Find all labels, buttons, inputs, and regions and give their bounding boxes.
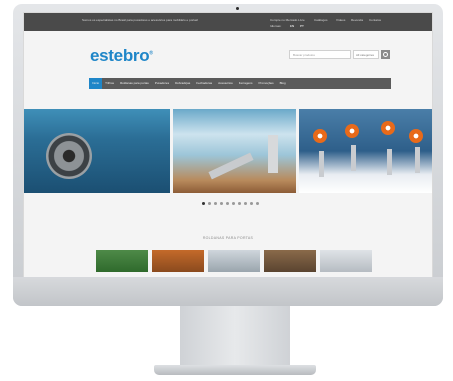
nav-item-inicio[interactable]: Início [89,78,103,89]
roller-post-1 [319,151,324,177]
roller-post-3 [387,149,392,175]
hero-slide-wheel-underwater[interactable] [24,109,170,193]
language-label: Idiomas: [270,24,282,28]
top-link-contatos[interactable]: Contatos [369,18,381,22]
slider-dot-2[interactable] [208,202,211,205]
nav-item-promocoes[interactable]: Promoções [255,78,276,89]
nav-item-ferragens[interactable]: Ferragens [236,78,256,89]
product-thumb-3[interactable] [208,250,260,272]
search-input[interactable]: Buscar produtos [289,50,351,59]
product-thumb-1[interactable] [96,250,148,272]
site-logo[interactable]: estebro® [90,46,153,66]
search-button-icon[interactable] [381,50,390,59]
website-screen: Somos os especialistas no Brasil para pu… [23,12,433,279]
monitor-chin [13,277,443,306]
rail-piece-image [208,152,254,180]
logo-registered-mark: ® [149,50,153,57]
slider-dot-3[interactable] [214,202,217,205]
main-nav: Início Trilhos Roldanas para portas Puxa… [89,78,391,89]
rail-post-image [268,135,278,173]
nav-item-puxadores[interactable]: Puxadores [152,78,172,89]
language-en[interactable]: EN [290,24,294,28]
slider-pagination [202,202,259,205]
nav-item-acessorios[interactable]: Acessórios [215,78,236,89]
steel-wheel-image [46,133,92,179]
roller-post-4 [415,147,420,173]
nav-item-dobradicas[interactable]: Dobradiças [172,78,193,89]
top-bar: Somos os especialistas no Brasil para pu… [24,13,432,31]
slider-dot-5[interactable] [226,202,229,205]
imac-monitor: Somos os especialistas no Brasil para pu… [13,4,443,306]
nav-item-trilhos[interactable]: Trilhos [102,78,117,89]
roller-post-2 [351,145,356,171]
top-link-mercado-livre[interactable]: Compre no Mercado Livre [270,18,305,22]
product-thumb-2[interactable] [152,250,204,272]
hero-slide-orange-rollers[interactable] [299,109,432,193]
nav-item-fechaduras[interactable]: Fechaduras [193,78,215,89]
slider-dot-4[interactable] [220,202,223,205]
slider-dot-8[interactable] [244,202,247,205]
top-link-videos[interactable]: Vídeos [336,18,345,22]
camera-dot [236,7,239,10]
slider-dot-9[interactable] [250,202,253,205]
slider-dot-1[interactable] [202,202,205,205]
category-select[interactable]: All categories [353,50,379,59]
nav-item-blog[interactable]: Blog [277,78,289,89]
orange-roller-3 [381,121,395,135]
top-link-revenda[interactable]: Revenda [351,18,363,22]
section-title: ROLDANAS PARA PORTAS [202,236,254,240]
orange-roller-1 [313,129,327,143]
nav-item-roldanas[interactable]: Roldanas para portas [117,78,152,89]
slider-dot-10[interactable] [256,202,259,205]
language-pt[interactable]: PT [300,24,304,28]
monitor-base [154,365,316,375]
product-thumb-5[interactable] [320,250,372,272]
hero-slide-rail-splash[interactable] [173,109,296,193]
orange-roller-2 [345,124,359,138]
monitor-stand [180,306,290,372]
slider-dot-6[interactable] [232,202,235,205]
top-bar-tagline: Somos os especialistas no Brasil para pu… [82,18,199,22]
product-thumb-4[interactable] [264,250,316,272]
top-link-catalogos[interactable]: Catálogos [314,18,328,22]
slider-dot-7[interactable] [238,202,241,205]
orange-roller-4 [409,129,423,143]
logo-text: estebro [90,46,150,65]
